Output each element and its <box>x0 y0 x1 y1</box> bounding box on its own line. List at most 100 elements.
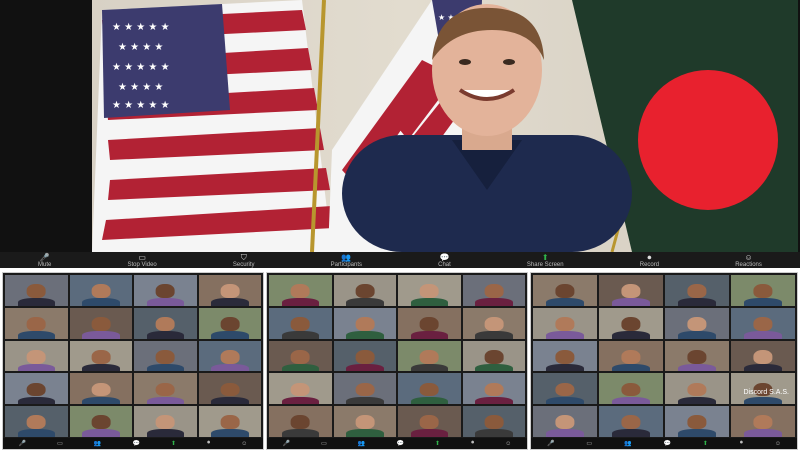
participant-tile[interactable] <box>69 373 132 405</box>
participant-tile[interactable] <box>533 307 597 339</box>
participant-tile[interactable] <box>665 373 729 405</box>
record-icon[interactable]: ⏺ <box>471 440 474 447</box>
toolbar-button-stop-video[interactable]: ▭ Stop Video <box>128 253 157 268</box>
toolbar-button-reactions[interactable]: ☺ Reactions <box>735 253 762 268</box>
toolbar-button-mute[interactable]: 🎤 Mute <box>38 253 51 268</box>
participants-icon[interactable]: 👥 <box>94 440 101 447</box>
participant-tile[interactable] <box>398 406 461 437</box>
participant-tile[interactable] <box>599 406 663 437</box>
microphone-icon[interactable]: 🎤 <box>19 440 26 447</box>
share-screen-icon[interactable]: ⬆ <box>703 440 708 447</box>
toolbar-button-share-screen[interactable]: ⬆ Share Screen <box>527 253 564 268</box>
participant-tile[interactable] <box>269 406 332 437</box>
participant-tile[interactable] <box>599 275 663 306</box>
participant-face <box>26 317 46 331</box>
participant-tile[interactable] <box>731 307 795 339</box>
participant-face <box>687 349 707 364</box>
reactions-icon[interactable]: ☺ <box>505 441 511 447</box>
participant-tile[interactable] <box>69 406 132 437</box>
toolbar-button-security[interactable]: ⛉ Security <box>233 253 255 268</box>
microphone-icon[interactable]: 🎤 <box>283 440 290 447</box>
participant-tile[interactable] <box>69 275 132 306</box>
reactions-icon[interactable]: ☺ <box>775 441 781 447</box>
chat-icon[interactable]: 💬 <box>396 440 403 447</box>
participant-tile[interactable] <box>462 373 525 405</box>
chat-icon[interactable]: 💬 <box>663 440 670 447</box>
toolbar-button-participants[interactable]: 👥 Participants <box>331 253 362 268</box>
speaker-video[interactable]: ★ ★ ★ ★ ★ ★ ★ ★ ★ ★ ★ ★ ★ ★ ★ ★ ★ ★ ★ ★ … <box>92 0 798 252</box>
video-camera-icon[interactable]: ▭ <box>586 440 592 447</box>
participant-tile[interactable] <box>134 275 197 306</box>
video-camera-icon[interactable]: ▭ <box>321 440 327 447</box>
participant-tile[interactable] <box>599 373 663 405</box>
participants-icon: 👥 <box>341 252 352 262</box>
participant-tile[interactable] <box>462 307 525 339</box>
microphone-icon[interactable]: 🎤 <box>547 440 554 447</box>
reactions-icon[interactable]: ☺ <box>241 441 247 447</box>
participant-body <box>410 330 448 339</box>
participant-tile[interactable] <box>5 373 68 405</box>
participant-tile[interactable] <box>5 275 68 306</box>
participant-tile[interactable] <box>333 275 396 306</box>
participant-tile[interactable] <box>599 307 663 339</box>
participant-body <box>545 298 585 306</box>
participant-tile[interactable] <box>533 406 597 437</box>
participant-tile[interactable] <box>198 406 261 437</box>
record-icon[interactable]: ⏺ <box>207 440 210 447</box>
participant-tile[interactable] <box>269 373 332 405</box>
participant-tile[interactable] <box>665 406 729 437</box>
toolbar-button-record[interactable]: ⏺ Record <box>640 253 659 268</box>
participants-icon[interactable]: 👥 <box>358 440 365 447</box>
gallery-pane-2: 🎤 ▭ 👥 💬 ⬆ ⏺ ☺ <box>266 272 528 450</box>
participant-tile[interactable] <box>5 406 68 437</box>
participant-tile[interactable] <box>134 406 197 437</box>
share-screen-icon[interactable]: ⬆ <box>435 440 440 447</box>
toolbar-button-chat[interactable]: 💬 Chat <box>438 253 451 268</box>
participant-face <box>355 284 375 299</box>
participant-tile[interactable] <box>333 406 396 437</box>
participant-tile[interactable] <box>533 340 597 372</box>
participant-tile[interactable] <box>731 340 795 372</box>
participant-tile[interactable] <box>5 307 68 339</box>
participant-tile[interactable] <box>333 373 396 405</box>
participant-tile[interactable] <box>269 307 332 339</box>
participants-icon[interactable]: 👥 <box>624 440 631 447</box>
participant-tile[interactable] <box>665 275 729 306</box>
participant-tile[interactable] <box>398 275 461 306</box>
participant-tile[interactable] <box>462 275 525 306</box>
participant-tile[interactable] <box>198 307 261 339</box>
participant-tile[interactable] <box>198 373 261 405</box>
participant-tile[interactable] <box>665 307 729 339</box>
participant-tile[interactable] <box>731 406 795 437</box>
participant-tile[interactable] <box>198 340 261 372</box>
participant-tile[interactable] <box>134 373 197 405</box>
gallery-toolbar: 🎤 ▭ 👥 💬 ⬆ ⏺ ☺ <box>531 438 797 449</box>
participant-tile[interactable] <box>398 373 461 405</box>
participant-tile[interactable] <box>134 307 197 339</box>
participant-tile[interactable] <box>462 406 525 437</box>
participant-face <box>621 382 641 397</box>
participant-tile[interactable] <box>599 340 663 372</box>
participant-tile[interactable] <box>665 340 729 372</box>
participant-tile[interactable] <box>134 340 197 372</box>
participant-tile[interactable] <box>731 275 795 306</box>
participant-tile[interactable] <box>533 373 597 405</box>
participant-tile[interactable] <box>533 275 597 306</box>
participant-tile[interactable] <box>69 340 132 372</box>
participant-face <box>621 317 641 331</box>
participant-tile[interactable] <box>333 307 396 339</box>
video-camera-icon[interactable]: ▭ <box>57 440 63 447</box>
participant-tile[interactable] <box>398 307 461 339</box>
participant-tile[interactable] <box>69 307 132 339</box>
share-screen-icon[interactable]: ⬆ <box>171 440 176 447</box>
record-icon[interactable]: ⏺ <box>740 440 743 447</box>
participant-tile[interactable] <box>462 340 525 372</box>
participant-tile[interactable] <box>5 340 68 372</box>
participant-tile[interactable] <box>333 340 396 372</box>
participant-tile[interactable] <box>269 340 332 372</box>
participant-tile[interactable] <box>198 275 261 306</box>
participant-tile[interactable] <box>269 275 332 306</box>
participant-body <box>545 396 585 405</box>
chat-icon[interactable]: 💬 <box>132 440 139 447</box>
participant-tile[interactable] <box>398 340 461 372</box>
